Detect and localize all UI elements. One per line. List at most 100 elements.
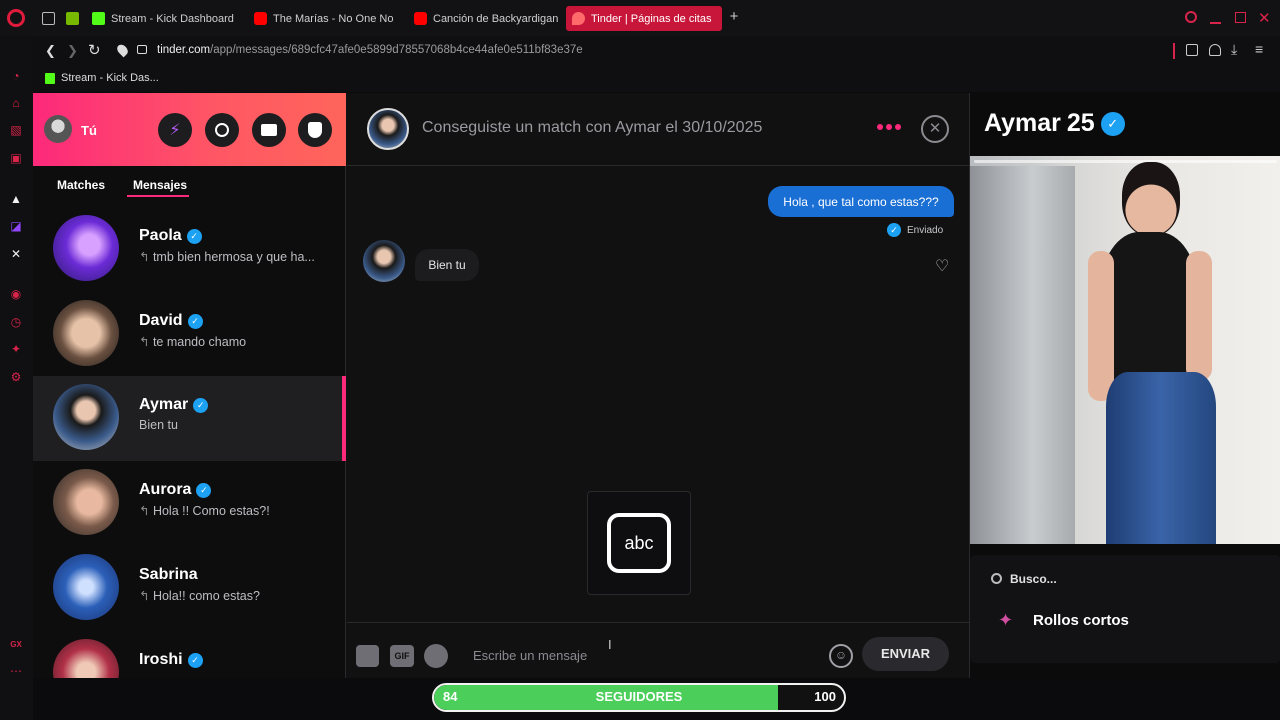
text-cursor-icon: I (608, 637, 612, 652)
avatar (53, 300, 119, 366)
minimize-icon[interactable] (1210, 22, 1221, 24)
seen-check-icon: ✓ (887, 223, 901, 237)
explore-button[interactable] (205, 113, 239, 147)
tab-label: Canción de Backyardigan (433, 12, 558, 25)
tab-kick[interactable]: Stream - Kick Dashboard (86, 6, 246, 31)
download-icon[interactable]: ⤓ (1231, 41, 1237, 58)
reload-icon[interactable]: ↻ (88, 41, 101, 59)
profile-name-row: Aymar 25 ✓ (984, 109, 1125, 138)
wallet-icon[interactable] (1209, 44, 1221, 56)
window-icon (42, 12, 55, 25)
like-message-icon[interactable]: ♡ (935, 256, 949, 276)
tab-workspaces[interactable] (36, 6, 60, 31)
tab-the-marias[interactable]: The Marías - No One No (248, 6, 404, 31)
sent-status-text: Enviado (907, 224, 944, 236)
conversation-item[interactable]: David ✓ ↰ te mando chamo (33, 292, 346, 377)
tab-messages[interactable]: Mensajes (133, 178, 187, 192)
restore-icon[interactable] (1235, 12, 1246, 23)
url-path: /app/messages/689cfc47afe0e5899d78557068… (210, 44, 583, 56)
gx-icon[interactable]: GX (9, 638, 23, 652)
nvidia-icon (66, 12, 79, 25)
person-jeans (1106, 372, 1216, 544)
name-text: Paola (139, 227, 182, 244)
aria-icon[interactable]: ⌂ (9, 96, 23, 110)
verified-icon: ✓ (187, 313, 203, 329)
history-icon[interactable]: ◷ (9, 315, 23, 329)
tab-tinder[interactable]: Tinder | Páginas de citas (566, 6, 722, 31)
sent-message-bubble[interactable]: Hola , que tal como estas??? (768, 186, 954, 217)
close-window-icon[interactable]: ✕ (1258, 9, 1271, 27)
conversation-preview: ↰ tmb bien hermosa y que ha... (139, 249, 334, 264)
profile-name: Aymar (984, 109, 1061, 137)
search-icon (991, 573, 1002, 584)
preview-text: te mando chamo (152, 335, 247, 349)
more-options-icon[interactable] (877, 124, 901, 130)
opera-logo-icon[interactable] (7, 9, 25, 27)
player-icon[interactable]: ◉ (9, 287, 23, 301)
forward-icon[interactable]: ❯ (67, 43, 78, 59)
abc-keyboard-card[interactable]: abc (587, 491, 691, 595)
conversation-name: Sabrina (139, 566, 198, 584)
match-avatar[interactable] (367, 108, 409, 150)
new-tab-button[interactable]: + (727, 9, 741, 24)
briefcase-icon (261, 124, 277, 136)
reply-icon: ↰ (139, 335, 153, 349)
speed-dial-icon[interactable]: ◔ (9, 69, 23, 83)
person-arm (1088, 251, 1114, 401)
conversation-item-selected[interactable]: Aymar ✓ Bien tu (33, 376, 346, 461)
verified-icon: ✓ (1100, 111, 1125, 136)
aria-ai-icon[interactable]: ▲ (9, 192, 23, 206)
conversation-preview: ↰ Hola!! como estas? (139, 588, 334, 603)
settings-icon[interactable]: ⚙ (9, 370, 23, 384)
x-icon[interactable]: ✕ (9, 247, 23, 261)
twitch-icon[interactable]: ◪ (9, 219, 23, 233)
conversation-item[interactable]: Sabrina ↰ Hola!! como estas? (33, 546, 346, 631)
conversation-name: Paola ✓ (139, 227, 202, 245)
tab-backyardigans[interactable]: Canción de Backyardigan (408, 6, 558, 31)
extensions-icon[interactable] (1186, 44, 1198, 56)
url-field[interactable]: tinder.com/app/messages/689cfc47afe0e589… (157, 44, 583, 56)
more-icon[interactable]: ⋯ (9, 664, 23, 678)
verified-icon: ✓ (186, 228, 202, 244)
browser-tab-bar: Stream - Kick Dashboard The Marías - No … (0, 0, 1280, 36)
profile-photo[interactable] (970, 156, 1280, 544)
avatar (53, 215, 119, 281)
work-button[interactable] (252, 113, 286, 147)
name-text: David (139, 312, 183, 329)
tab-matches[interactable]: Matches (57, 178, 105, 192)
safety-button[interactable] (298, 113, 332, 147)
send-button[interactable]: ENVIAR (862, 637, 949, 671)
avatar (53, 469, 119, 535)
location-icon (115, 42, 130, 58)
menu-icon[interactable]: ≡ (1255, 41, 1263, 57)
bookmark-kick[interactable]: Stream - Kick Das... (61, 72, 159, 84)
person-torso (1100, 232, 1198, 382)
received-message-bubble[interactable]: Bien tu (415, 249, 479, 281)
person-arm (1186, 251, 1212, 381)
crypto-wallet-icon[interactable]: ▧ (9, 123, 23, 137)
close-chat-icon[interactable]: ✕ (921, 115, 949, 143)
relationship-goal: Rollos cortos (1033, 612, 1129, 629)
my-avatar[interactable] (44, 115, 72, 143)
emoji-icon[interactable]: ☺ (829, 644, 853, 668)
message-input[interactable]: Escribe un mensaje (473, 648, 587, 663)
extensions-icon[interactable]: ✦ (9, 342, 23, 356)
address-bar: ❮ ❯ ↻ tinder.com/app/messages/689cfc47af… (33, 36, 1280, 66)
conversation-item[interactable]: Paola ✓ ↰ tmb bien hermosa y que ha... (33, 207, 346, 292)
match-message-avatar[interactable] (363, 240, 405, 282)
my-profile-label[interactable]: Tú (81, 123, 97, 138)
conversation-item[interactable]: Iroshi ✓ (33, 631, 346, 678)
sticker-icon[interactable] (356, 645, 379, 667)
mail-icon[interactable]: ▣ (9, 151, 23, 165)
url-host: tinder.com (157, 44, 211, 56)
boost-button[interactable]: ⚡ (158, 113, 192, 147)
conversation-item[interactable]: Aurora ✓ ↰ Hola !! Como estas?! (33, 461, 346, 546)
spotify-icon[interactable] (424, 644, 448, 668)
gif-button[interactable]: GIF (390, 645, 414, 667)
back-icon[interactable]: ❮ (45, 43, 56, 59)
name-text: Sabrina (139, 566, 198, 583)
tab-nvidia[interactable] (60, 6, 84, 31)
search-tabs-icon[interactable] (1185, 11, 1197, 23)
lightning-icon: ⚡ (169, 122, 181, 139)
youtube-icon (254, 12, 267, 25)
